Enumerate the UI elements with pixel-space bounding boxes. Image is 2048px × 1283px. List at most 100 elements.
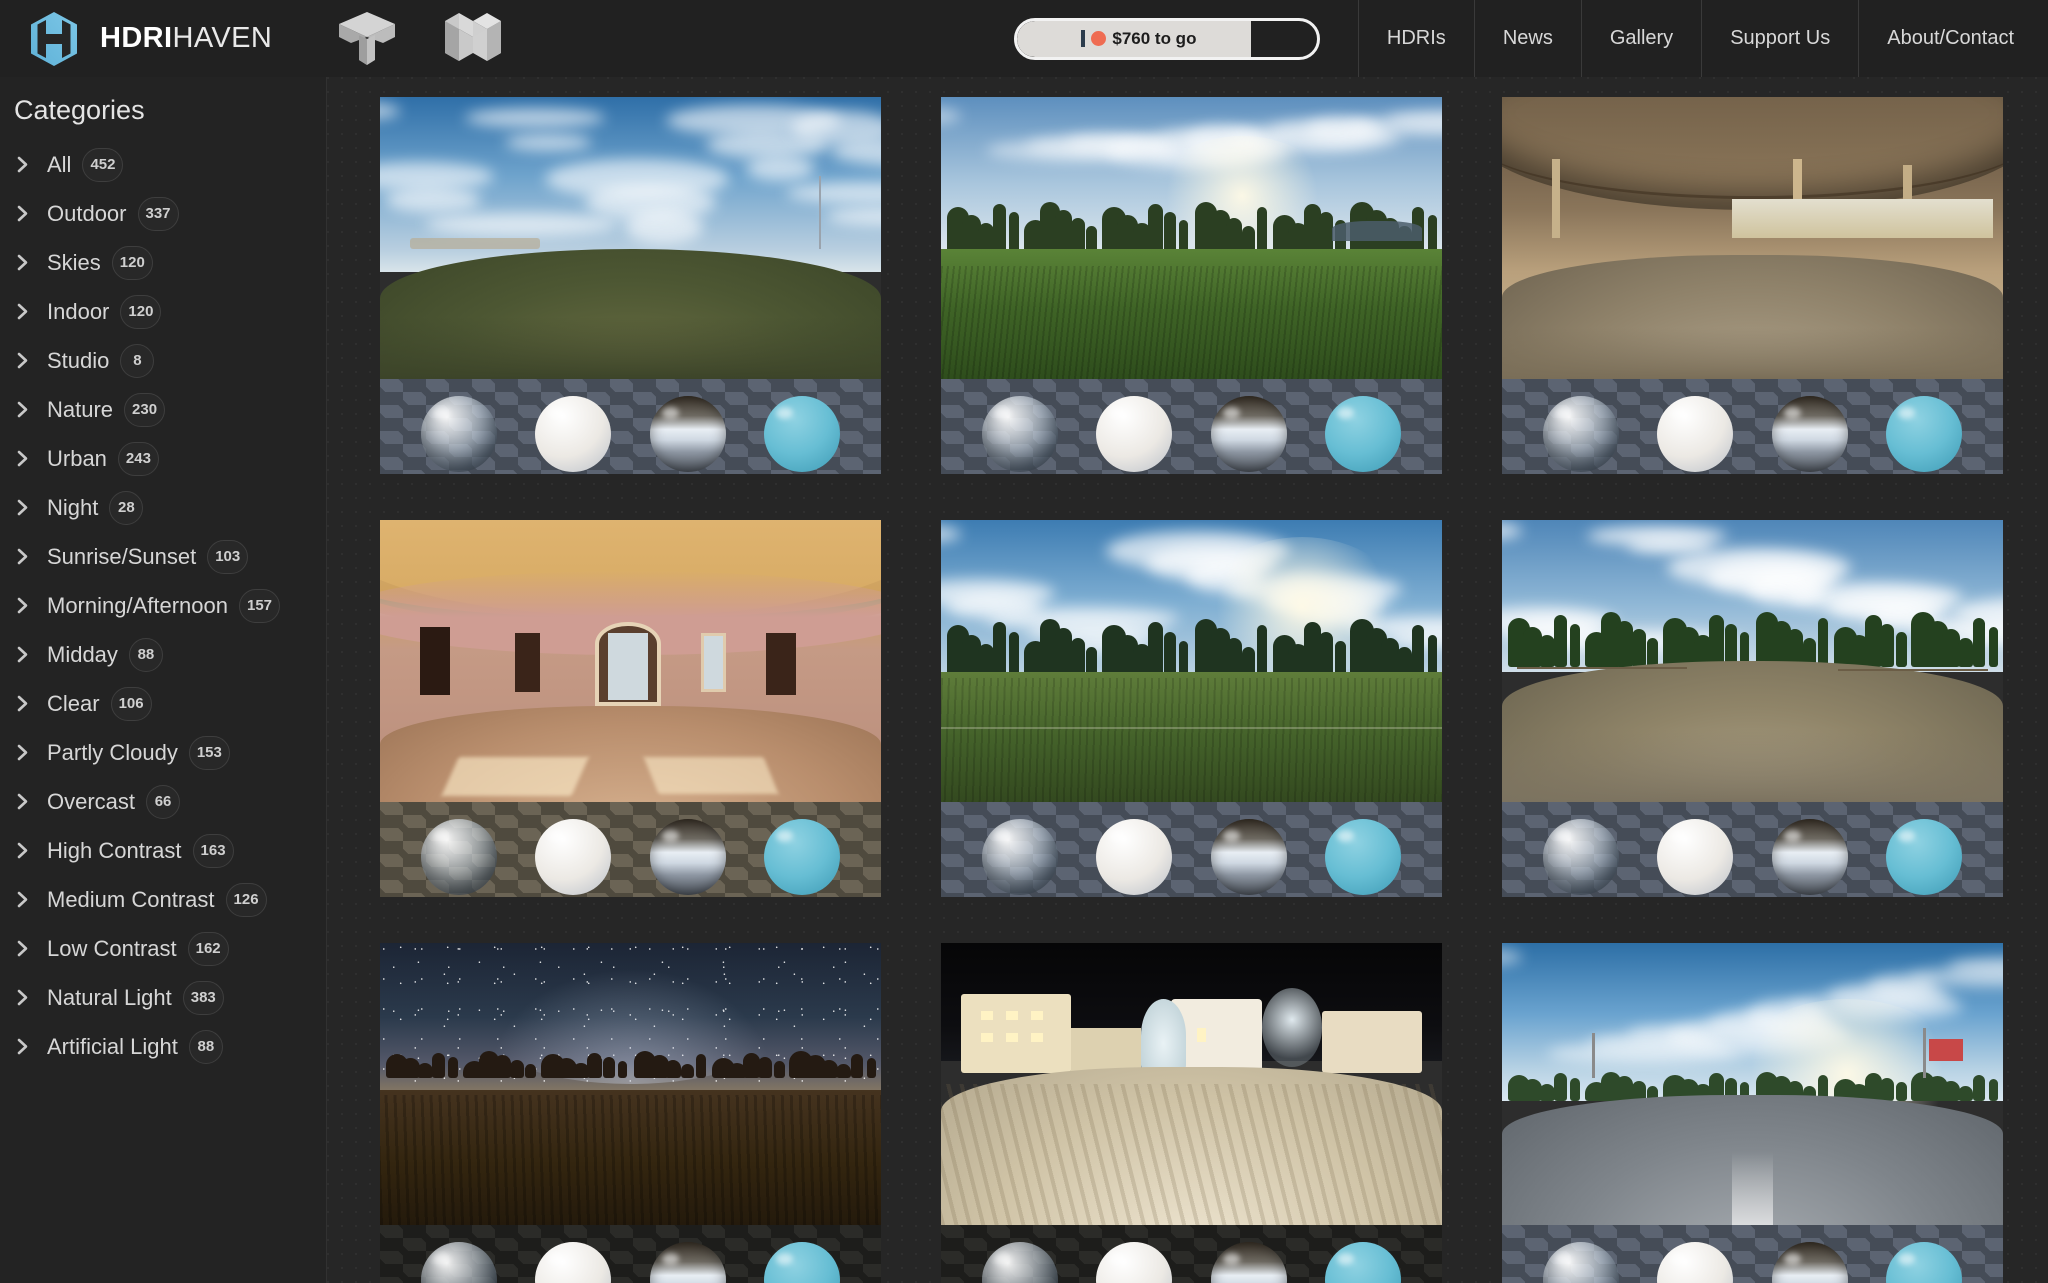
sphere-white-diffuse [1649,819,1741,897]
hdri-thumbnail[interactable] [1502,520,2003,897]
sidebar-item-night[interactable]: Night 28 [0,483,326,532]
hdri-thumbnail[interactable] [1502,97,2003,474]
hdri-thumbnail[interactable] [1502,943,2003,1283]
hdri-card[interactable] [380,520,881,897]
site-logo[interactable]: HDRIHAVEN [0,0,272,77]
sidebar-item-skies[interactable]: Skies 120 [0,238,326,287]
category-count-badge: 383 [182,980,224,1015]
sidebar-item-morning-afternoon[interactable]: Morning/Afternoon 157 [0,581,326,630]
sphere-white-diffuse [1088,396,1180,474]
category-count-badge: 120 [120,294,162,329]
category-label: Outdoor [47,200,127,226]
hdri-card[interactable] [941,97,1442,474]
hdri-card[interactable] [941,520,1442,897]
model-haven-logo[interactable] [442,10,504,68]
sidebar-item-partly-cloudy[interactable]: Partly Cloudy 153 [0,728,326,777]
hdri-thumbnail[interactable] [380,97,881,474]
category-count-badge: 103 [207,539,249,574]
sidebar-item-medium-contrast[interactable]: Medium Contrast 126 [0,875,326,924]
nav-item-gallery[interactable]: Gallery [1580,0,1701,77]
material-sphere-preview-row [380,802,881,897]
hdri-card[interactable] [941,943,1442,1283]
sphere-glass [982,1242,1059,1283]
category-label: Natural Light [47,984,172,1010]
texture-haven-logo[interactable] [336,10,398,68]
category-label: Overcast [47,788,136,814]
sidebar-item-indoor[interactable]: Indoor 120 [0,287,326,336]
hdri-card[interactable] [380,97,881,474]
category-count-badge: 88 [188,1029,223,1064]
category-label: Morning/Afternoon [47,592,228,618]
hdri-thumbnail[interactable] [941,520,1442,897]
nav-item-about-contact[interactable]: About/Contact [1858,0,2048,77]
hdri-thumbnail[interactable] [380,520,881,897]
sidebar-item-midday[interactable]: Midday 88 [0,630,326,679]
nav-item-hdris[interactable]: HDRIs [1357,0,1474,77]
sidebar-item-outdoor[interactable]: Outdoor 337 [0,189,326,238]
category-count-badge: 126 [225,882,267,917]
donation-amount-label: $760 to go [1112,28,1197,48]
sphere-glass [421,1242,498,1283]
hdri-thumbnail[interactable] [380,943,881,1283]
sidebar-item-natural-light[interactable]: Natural Light 383 [0,973,326,1022]
sidebar-item-all[interactable]: All 452 [0,140,326,189]
sidebar-item-sunrise-sunset[interactable]: Sunrise/Sunset 103 [0,532,326,581]
sphere-teal-glossy [756,819,848,897]
sphere-glass [1535,819,1627,897]
sidebar-title: Categories [14,95,145,125]
main-navigation: HDRIs News Gallery Support Us About/Cont… [1357,0,2048,77]
chevron-right-icon [14,1038,47,1055]
site-logo-text: HDRIHAVEN [100,22,272,55]
sidebar-item-overcast[interactable]: Overcast 66 [0,777,326,826]
hdri-gallery-main [327,77,2048,1283]
category-count-badge: 120 [111,245,153,280]
sphere-chrome-mirror [1771,1242,1848,1283]
sidebar-item-urban[interactable]: Urban 243 [0,434,326,483]
donation-progress-bar[interactable]: $760 to go [1013,17,1320,60]
hdri-panorama-preview [380,520,881,802]
hdri-card[interactable] [1502,97,2003,474]
sphere-white-diffuse [527,819,619,897]
hdri-thumbnail[interactable] [941,97,1442,474]
logo-text-light: HAVEN [172,22,273,54]
chevron-right-icon [14,744,47,761]
sphere-glass [413,396,505,474]
nav-item-news[interactable]: News [1473,0,1581,77]
category-list: All 452 Outdoor 337 Skies 120 Indoor 120 Studio 8… [0,140,326,1071]
sphere-white-diffuse [1096,1242,1173,1283]
sidebar-item-studio[interactable]: Studio 8 [0,336,326,385]
sidebar-item-clear[interactable]: Clear 106 [0,679,326,728]
sphere-chrome-mirror [1210,1242,1287,1283]
chevron-right-icon [14,548,47,565]
hdri-card[interactable] [1502,520,2003,897]
sphere-teal-glossy [1324,1242,1401,1283]
category-count-badge: 66 [146,784,181,819]
category-count-badge: 452 [82,147,124,182]
category-count-badge: 163 [192,833,234,868]
hdri-card[interactable] [1502,943,2003,1283]
sphere-teal-glossy [1878,396,1970,474]
category-count-badge: 106 [110,686,152,721]
site-header: HDRIHAVEN $760 to go HDRIs News Gallery … [0,0,2048,77]
donation-label-wrap: $760 to go [1017,21,1317,57]
sidebar-item-artificial-light[interactable]: Artificial Light 88 [0,1022,326,1071]
sidebar-item-high-contrast[interactable]: High Contrast 163 [0,826,326,875]
hdri-thumbnail[interactable] [941,943,1442,1283]
donation-progress[interactable]: $760 to go [1013,17,1320,60]
nav-item-support-us[interactable]: Support Us [1701,0,1858,77]
category-label: Clear [47,690,100,716]
material-sphere-preview-row [1502,802,2003,897]
sphere-teal-glossy [1317,396,1409,474]
sidebar-item-nature[interactable]: Nature 230 [0,385,326,434]
chevron-right-icon [14,891,47,908]
category-label: Indoor [47,298,110,324]
sidebar-item-low-contrast[interactable]: Low Contrast 162 [0,924,326,973]
hdri-card[interactable] [380,943,881,1283]
chevron-right-icon [14,205,47,222]
sphere-chrome-mirror [1764,396,1856,474]
material-sphere-preview-row [380,1225,881,1283]
category-label: Night [47,494,99,520]
sphere-white-diffuse [1649,396,1741,474]
sphere-teal-glossy [756,396,848,474]
sphere-chrome-mirror [1203,819,1295,897]
